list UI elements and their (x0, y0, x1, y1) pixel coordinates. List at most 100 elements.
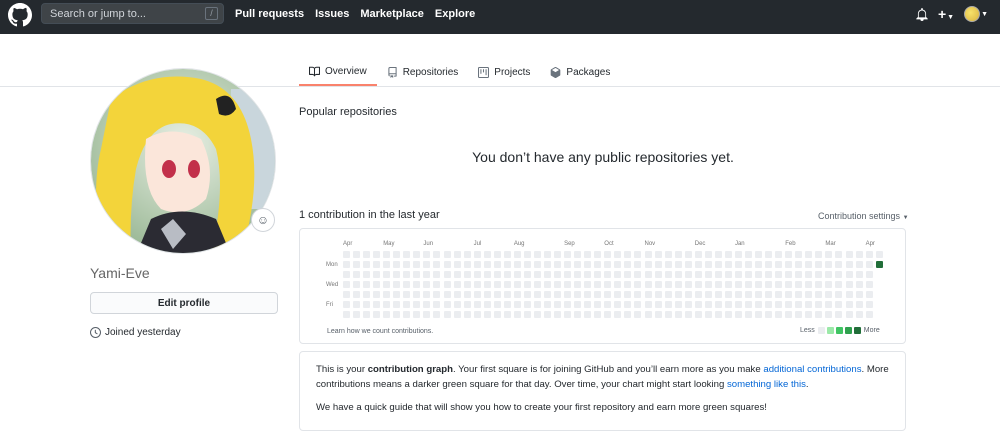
contribution-day[interactable] (383, 261, 391, 268)
contribution-day[interactable] (443, 301, 451, 308)
nav-marketplace[interactable]: Marketplace (360, 8, 424, 20)
contribution-day[interactable] (604, 291, 612, 298)
contribution-day[interactable] (745, 271, 752, 278)
contribution-day[interactable] (815, 271, 823, 278)
contribution-day[interactable] (664, 261, 672, 268)
create-new-button[interactable]: +▼ (938, 6, 954, 22)
contribution-day[interactable] (544, 281, 551, 288)
contribution-day[interactable] (393, 291, 401, 298)
contribution-day[interactable] (513, 271, 521, 278)
contribution-day[interactable] (805, 261, 813, 268)
contribution-day[interactable] (343, 261, 350, 268)
contribution-day[interactable] (343, 271, 350, 278)
contribution-day[interactable] (584, 261, 592, 268)
contribution-day[interactable] (674, 281, 682, 288)
contribution-day[interactable] (674, 301, 682, 308)
contribution-day[interactable] (363, 311, 371, 318)
contribution-day[interactable] (755, 271, 763, 278)
contribution-day[interactable] (654, 301, 662, 308)
nav-explore[interactable]: Explore (435, 8, 475, 20)
contribution-day[interactable] (383, 281, 391, 288)
contribution-day[interactable] (815, 261, 823, 268)
contribution-day[interactable] (483, 291, 491, 298)
contribution-day[interactable] (745, 261, 752, 268)
contribution-day[interactable] (533, 301, 541, 308)
contribution-day[interactable] (755, 251, 763, 258)
contribution-day[interactable] (724, 301, 732, 308)
contribution-day[interactable] (493, 281, 501, 288)
contribution-day[interactable] (664, 301, 672, 308)
contribution-day[interactable] (825, 281, 833, 288)
contribution-day[interactable] (865, 261, 873, 268)
contribution-day[interactable] (564, 261, 572, 268)
contribution-day[interactable] (463, 311, 471, 318)
contribution-day[interactable] (554, 261, 562, 268)
contribution-day[interactable] (714, 251, 722, 258)
contribution-day[interactable] (664, 281, 672, 288)
contribution-day[interactable] (493, 311, 501, 318)
contribution-day[interactable] (393, 301, 401, 308)
contribution-day[interactable] (624, 271, 632, 278)
contribution-day[interactable] (513, 311, 521, 318)
contribution-day[interactable] (634, 311, 642, 318)
contribution-day[interactable] (373, 261, 381, 268)
contribution-day[interactable] (483, 261, 491, 268)
contribution-day[interactable] (533, 311, 541, 318)
contribution-day[interactable] (463, 271, 471, 278)
contribution-day[interactable] (664, 311, 672, 318)
tab-overview[interactable]: Overview (299, 58, 377, 86)
contribution-day[interactable] (614, 251, 622, 258)
contribution-day[interactable] (724, 311, 732, 318)
contribution-day[interactable] (463, 291, 471, 298)
contribution-day[interactable] (463, 261, 471, 268)
contribution-day[interactable] (775, 261, 783, 268)
contribution-day[interactable] (433, 281, 441, 288)
contribution-day[interactable] (855, 291, 863, 298)
contribution-day[interactable] (363, 261, 371, 268)
contribution-day[interactable] (574, 251, 582, 258)
contribution-day[interactable] (674, 251, 682, 258)
contribution-day[interactable] (805, 311, 813, 318)
contribution-day[interactable] (684, 301, 692, 308)
contribution-day[interactable] (403, 311, 411, 318)
contribution-day[interactable] (734, 281, 742, 288)
contribution-day[interactable] (785, 301, 793, 308)
contribution-day[interactable] (343, 301, 350, 308)
contribution-day[interactable] (604, 311, 612, 318)
contribution-day[interactable] (765, 251, 773, 258)
contribution-day[interactable] (403, 281, 411, 288)
contribution-day[interactable] (503, 261, 511, 268)
contribution-day[interactable] (674, 311, 682, 318)
contribution-day[interactable] (533, 251, 541, 258)
contribution-day[interactable] (574, 301, 582, 308)
contribution-day[interactable] (694, 251, 702, 258)
contribution-day[interactable] (503, 301, 511, 308)
contribution-day[interactable] (393, 271, 401, 278)
contribution-day[interactable] (795, 251, 803, 258)
contribution-day[interactable] (775, 301, 783, 308)
contribution-day[interactable] (775, 311, 783, 318)
contribution-day[interactable] (644, 261, 652, 268)
contribution-day[interactable] (845, 251, 853, 258)
contribution-day[interactable] (775, 281, 783, 288)
github-logo-icon[interactable] (8, 3, 32, 27)
contribution-day[interactable] (594, 281, 602, 288)
contribution-day[interactable] (704, 311, 712, 318)
contribution-day[interactable] (664, 291, 672, 298)
contribution-day[interactable] (745, 281, 752, 288)
contribution-day[interactable] (574, 291, 582, 298)
contribution-day[interactable] (554, 311, 562, 318)
contribution-day[interactable] (383, 271, 391, 278)
contribution-day[interactable] (483, 301, 491, 308)
contribution-day[interactable] (825, 271, 833, 278)
contribution-day[interactable] (835, 311, 843, 318)
contribution-day[interactable] (795, 291, 803, 298)
contribution-day[interactable] (694, 281, 702, 288)
contribution-day[interactable] (403, 291, 411, 298)
contribution-day[interactable] (493, 261, 501, 268)
contribution-day[interactable] (443, 261, 451, 268)
contribution-day[interactable] (523, 251, 531, 258)
contribution-day[interactable] (654, 291, 662, 298)
contribution-day[interactable] (704, 271, 712, 278)
contribution-day[interactable] (463, 301, 471, 308)
